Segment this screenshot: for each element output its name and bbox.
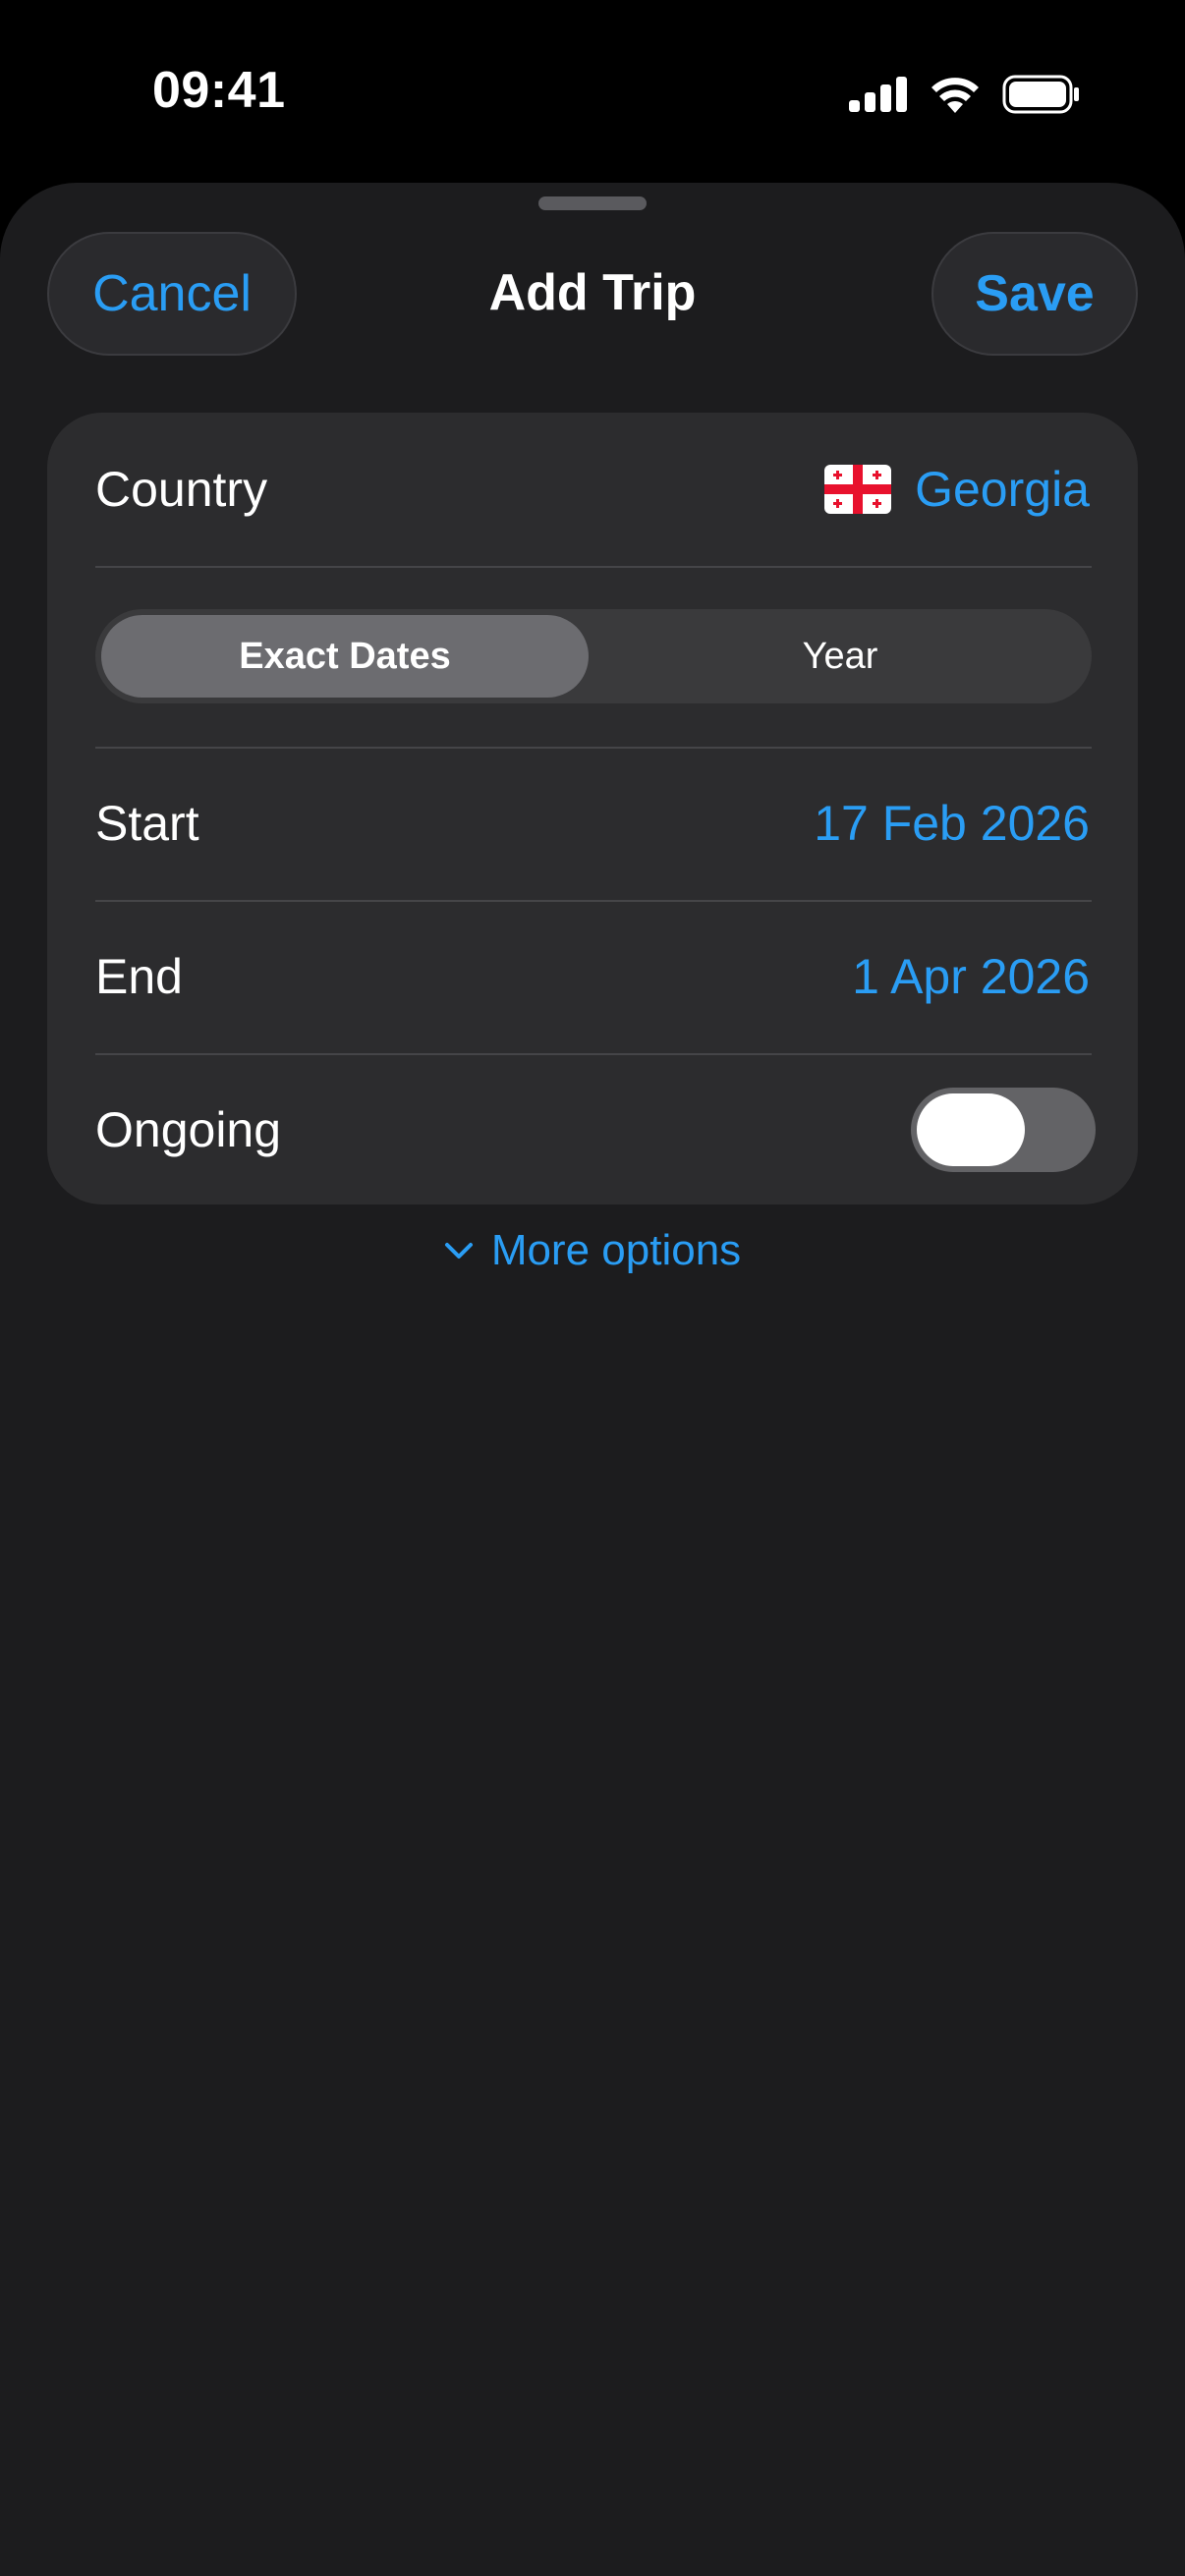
country-row[interactable]: Country Georgia [95,413,1090,566]
status-icons [849,73,1081,116]
status-time: 09:41 [152,62,286,119]
segment-year[interactable]: Year [594,615,1086,698]
save-button[interactable]: Save [931,232,1138,356]
end-date-row[interactable]: End 1 Apr 2026 [95,900,1090,1053]
screen: 09:41 Cancel Add Trip Save Country Georg… [0,0,1185,2576]
date-mode-segmented-control: Exact Dates Year [95,609,1092,703]
ongoing-toggle[interactable] [911,1088,1096,1172]
segment-exact-dates[interactable]: Exact Dates [101,615,589,698]
start-date-row[interactable]: Start 17 Feb 2026 [95,747,1090,900]
end-label: End [95,949,183,1004]
georgia-flag-icon [824,465,892,514]
country-label: Country [95,462,268,517]
toggle-knob [917,1093,1025,1166]
end-date-value[interactable]: 1 Apr 2026 [852,948,1090,1005]
start-label: Start [95,796,199,851]
start-date-value[interactable]: 17 Feb 2026 [814,795,1090,852]
status-bar: 09:41 [0,0,1185,187]
cellular-signal-icon [849,77,907,112]
country-value: Georgia [915,462,1090,517]
battery-icon [1002,75,1079,114]
trip-form-card: Country Georgia Exact Dates Year Start 1… [47,413,1138,1204]
country-picker[interactable]: Georgia [824,461,1090,518]
ongoing-label: Ongoing [95,1102,282,1157]
more-options-label: More options [490,1226,742,1274]
sheet-grabber[interactable] [538,196,647,210]
add-trip-sheet: Cancel Add Trip Save Country Georgia Exa… [0,183,1185,2576]
chevron-down-icon [444,1243,473,1259]
wifi-icon [931,78,979,113]
more-options-button[interactable]: More options [0,1226,1185,1275]
divider [95,566,1092,568]
ongoing-row: Ongoing [95,1053,1096,1206]
